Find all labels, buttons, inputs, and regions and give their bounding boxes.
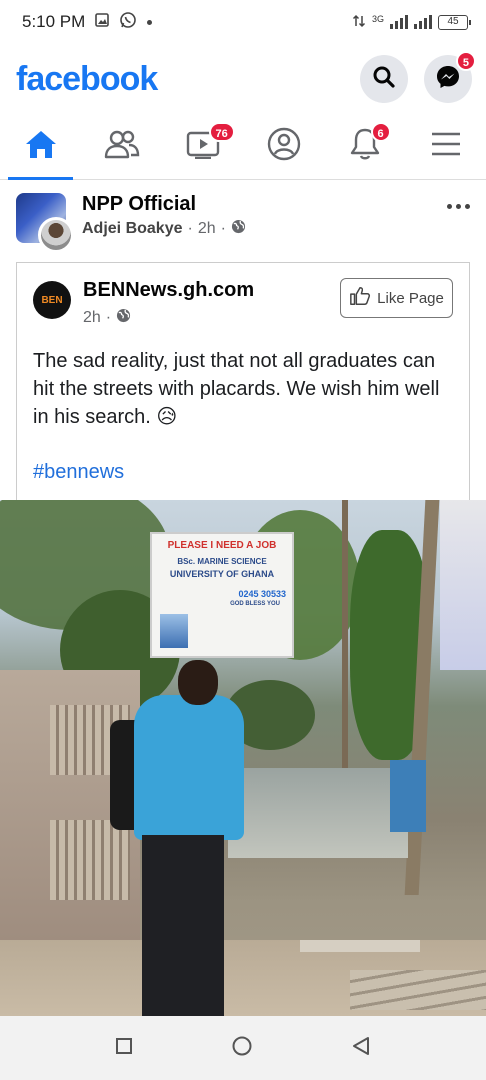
- meta-separator: ·: [105, 309, 112, 326]
- job-sign: PLEASE I NEED A JOB BSc. MARINE SCIENCE …: [150, 532, 294, 658]
- data-arrows-icon: [352, 14, 366, 31]
- like-page-label: Like Page: [377, 289, 444, 307]
- post-text: The sad reality, just that not all gradu…: [33, 350, 440, 428]
- sign-line: UNIVERSITY OF GHANA: [169, 569, 275, 579]
- main-tabs: 76 6: [0, 114, 486, 180]
- thumbs-up-icon: [349, 285, 371, 311]
- post-photo[interactable]: PLEASE I NEED A JOB BSc. MARINE SCIENCE …: [0, 500, 486, 1016]
- sign-phone: 0245 30533: [238, 589, 286, 599]
- logo-text: BEN: [41, 294, 63, 306]
- notifications-badge: 6: [370, 122, 391, 142]
- gallery-notification-icon: [95, 12, 110, 32]
- messenger-badge: 5: [455, 51, 476, 71]
- shared-page-logo[interactable]: BEN: [33, 281, 71, 319]
- tab-notifications[interactable]: 6: [324, 114, 405, 179]
- sign-photo: [160, 614, 188, 648]
- network-type: 3G: [371, 13, 384, 24]
- status-bar: 5:10 PM 3G 45: [0, 0, 486, 44]
- search-icon: [372, 65, 396, 94]
- battery-level: 45: [447, 15, 459, 27]
- photo-pole: [342, 500, 348, 770]
- signal-icon: [390, 15, 408, 29]
- home-icon: [24, 128, 58, 165]
- sign-line: BSc. MARINE SCIENCE: [177, 557, 267, 566]
- tab-friends[interactable]: [81, 114, 162, 179]
- post-author[interactable]: Adjei Boakye: [82, 220, 182, 238]
- tab-profile[interactable]: [243, 114, 324, 179]
- like-page-button[interactable]: Like Page: [340, 278, 453, 318]
- hashtag-link[interactable]: #bennews: [33, 461, 124, 484]
- shared-post-card: BEN BENNews.gh.com 2h · Like Page The sa…: [16, 262, 470, 502]
- globe-icon: [231, 219, 246, 239]
- notification-dot-icon: [147, 19, 153, 25]
- shared-time[interactable]: 2h: [83, 309, 101, 327]
- sign-line: GOD BLESS YOU: [230, 601, 280, 607]
- home-button[interactable]: [231, 1035, 253, 1062]
- tab-menu[interactable]: [405, 114, 486, 179]
- post-header: NPP Official Adjei Boakye · 2h ·: [0, 180, 486, 253]
- tab-home[interactable]: [0, 114, 81, 180]
- system-nav-bar: [0, 1016, 486, 1080]
- photo-man-shirt: [134, 695, 244, 840]
- globe-icon: [116, 308, 131, 328]
- friends-icon: [104, 129, 140, 164]
- search-button[interactable]: [360, 55, 408, 103]
- status-time: 5:10 PM: [22, 12, 86, 31]
- whatsapp-notification-icon: [119, 11, 137, 34]
- profile-icon: [267, 127, 301, 166]
- photo-fence: [228, 768, 408, 858]
- more-options-icon[interactable]: [447, 203, 470, 209]
- post-time[interactable]: 2h: [198, 220, 216, 238]
- menu-icon: [430, 131, 462, 162]
- messenger-button[interactable]: 5: [424, 51, 476, 103]
- tab-watch[interactable]: 76: [162, 114, 243, 179]
- photo-slab: [350, 970, 486, 1010]
- author-avatar[interactable]: [38, 217, 74, 253]
- watch-badge: 76: [208, 122, 235, 142]
- photo-billboard: [440, 500, 486, 670]
- photo-gate: [390, 760, 426, 832]
- recent-apps-button[interactable]: [115, 1037, 133, 1060]
- meta-separator: ·: [187, 220, 193, 237]
- sign-line: PLEASE I NEED A JOB: [167, 540, 277, 551]
- photo-man-head: [178, 660, 218, 705]
- signal-2-icon: [414, 15, 432, 29]
- shared-page-name[interactable]: BENNews.gh.com: [83, 279, 254, 302]
- post-page-name[interactable]: NPP Official: [82, 193, 246, 216]
- photo-slab: [300, 940, 420, 952]
- messenger-icon: [435, 64, 461, 95]
- back-button[interactable]: [351, 1035, 371, 1062]
- app-header: facebook 5: [0, 44, 486, 114]
- photo-wall-grille: [50, 820, 130, 900]
- meta-separator: ·: [220, 220, 226, 237]
- facebook-logo[interactable]: facebook: [16, 60, 158, 99]
- battery-icon: 45: [438, 14, 471, 30]
- avatar[interactable]: [16, 187, 74, 253]
- photo-man-pants: [142, 835, 224, 1016]
